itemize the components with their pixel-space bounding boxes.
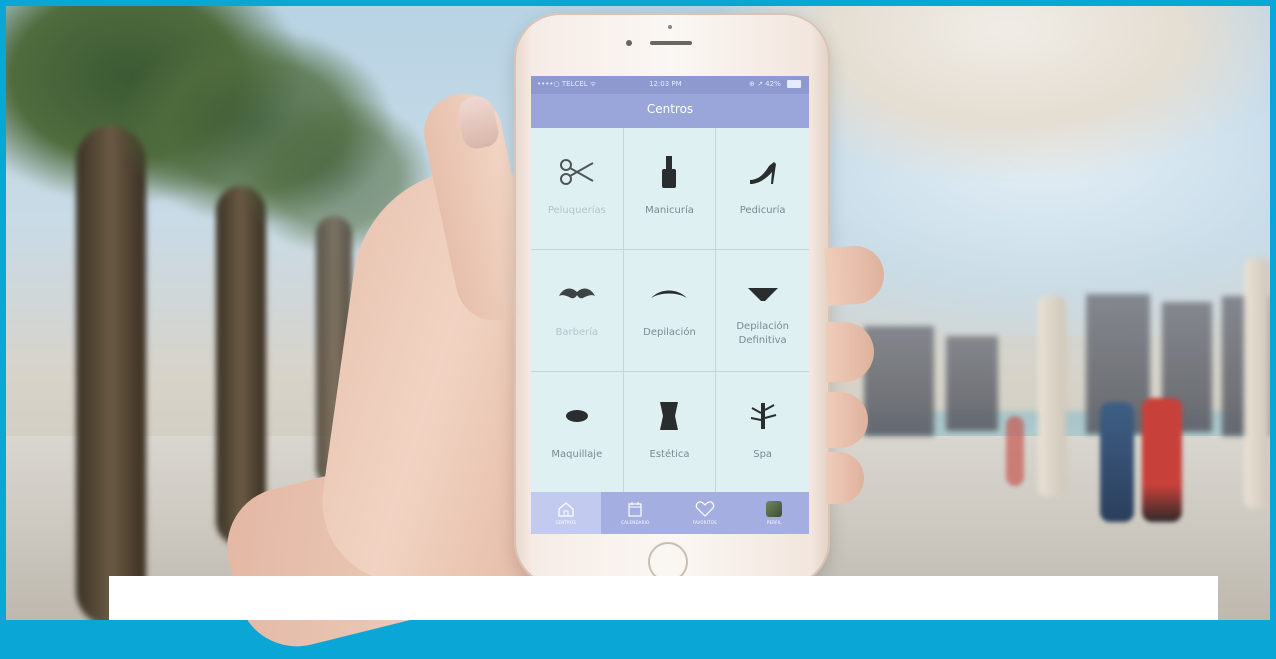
- lips-icon: [565, 398, 589, 434]
- category-label: Estética: [649, 449, 690, 460]
- building: [946, 336, 998, 431]
- category-label: Pedicuría: [739, 205, 786, 216]
- tab-calendario[interactable]: CALENDARIO: [601, 492, 671, 534]
- tab-label: FAVORITOS: [692, 520, 717, 525]
- nail-polish-icon: [659, 154, 679, 190]
- column: [1244, 258, 1270, 508]
- category-tile-depilacion-definitiva[interactable]: Depilación Definitiva: [716, 250, 809, 372]
- tab-centros[interactable]: CENTROS: [531, 492, 601, 534]
- mustache-icon: [557, 276, 597, 312]
- category-label: Spa: [753, 449, 773, 460]
- page-title: Centros: [531, 94, 809, 128]
- tab-bar: CENTROS CALENDARIO FAVORITOS PERFIL: [531, 492, 809, 534]
- tab-label: CALENDARIO: [621, 520, 650, 525]
- home-icon: [558, 502, 574, 517]
- building: [864, 326, 934, 436]
- tab-label: CENTROS: [555, 520, 577, 525]
- eyebrow-icon: [649, 276, 689, 312]
- tab-perfil[interactable]: PERFIL: [740, 492, 810, 534]
- tab-favoritos[interactable]: FAVORITOS: [670, 492, 740, 534]
- category-tile-depilacion[interactable]: Depilación: [623, 250, 717, 372]
- blank-panel: [109, 576, 1218, 620]
- corset-icon: [658, 398, 680, 434]
- avatar-icon: [766, 501, 783, 517]
- person: [1142, 398, 1182, 522]
- category-tile-maquillaje[interactable]: Maquillaje: [531, 372, 624, 494]
- category-tile-peluquerias[interactable]: Peluquerías: [531, 128, 624, 250]
- calendar-icon: [628, 502, 642, 517]
- category-tile-spa[interactable]: Spa: [716, 372, 809, 494]
- category-label: Depilación: [643, 327, 696, 338]
- category-label: Barbería: [555, 327, 599, 338]
- category-tile-manicuria[interactable]: Manicuría: [623, 128, 717, 250]
- category-tile-barberia[interactable]: Barbería: [531, 250, 624, 372]
- tab-label: PERFIL: [766, 520, 782, 525]
- column: [1038, 296, 1066, 496]
- clock: 12:03 PM: [649, 80, 682, 88]
- earpiece-speaker: [650, 41, 692, 45]
- category-label: Depilación Definitiva: [736, 321, 789, 346]
- sensor-dot: [668, 25, 672, 29]
- category-tile-pedicuria[interactable]: Pedicuría: [716, 128, 809, 250]
- high-heel-icon: [747, 154, 779, 190]
- carrier-label: ••••○ TELCEL ᯤ: [537, 80, 597, 88]
- category-label: Maquillaje: [551, 449, 603, 460]
- scissors-icon: [559, 154, 595, 190]
- heart-icon: [695, 501, 714, 517]
- bikini-icon: [746, 276, 780, 312]
- front-camera: [626, 40, 632, 46]
- category-tile-estetica[interactable]: Estética: [623, 372, 717, 494]
- phone-screen: ••••○ TELCEL ᯤ 12:03 PM ⊕ ↗ 42% Centros …: [531, 76, 809, 534]
- category-label: Manicuría: [645, 205, 694, 216]
- person: [1006, 416, 1024, 486]
- person: [1100, 402, 1134, 522]
- bamboo-icon: [746, 398, 780, 434]
- category-grid: Peluquerías Manicuría Pedicuría Barbería…: [531, 128, 809, 494]
- status-bar: ••••○ TELCEL ᯤ 12:03 PM ⊕ ↗ 42%: [531, 76, 809, 94]
- battery-icon: [787, 80, 801, 88]
- battery-indicator: ⊕ ↗ 42%: [749, 80, 781, 88]
- category-label: Peluquerías: [547, 205, 606, 216]
